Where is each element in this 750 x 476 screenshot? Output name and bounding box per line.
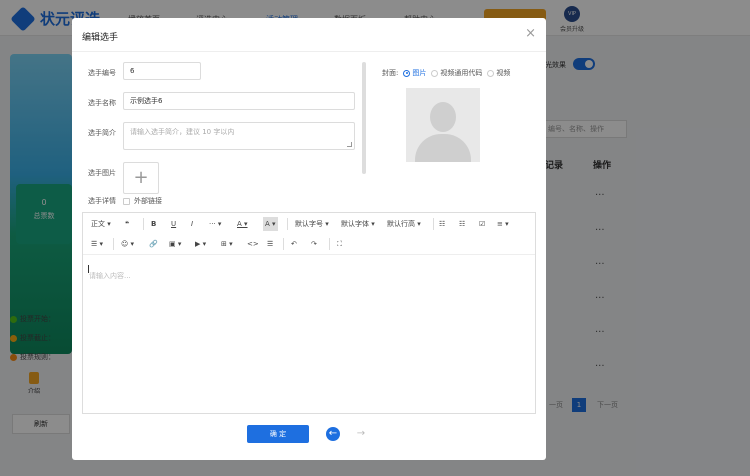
toolbar-divider <box>329 238 330 250</box>
toolbar-divider <box>433 218 434 230</box>
cover-option-video-code[interactable]: 视频通用代码 <box>431 68 482 78</box>
intro-label: 选手简介 <box>88 129 116 137</box>
avatar-body <box>415 134 471 162</box>
rich-text-editor: 正文 ▾ ❝ B U I ··· ▾ A ▾ A ▾ 默认字号 ▾ 默认字体 ▾… <box>82 212 536 414</box>
image-label: 选手图片 <box>88 169 116 177</box>
cover-option-image[interactable]: 图片 <box>403 68 426 78</box>
bold-icon[interactable]: B <box>151 217 156 231</box>
line-height-dropdown[interactable]: 默认行高 ▾ <box>387 217 421 231</box>
video-dropdown-icon[interactable]: ▶ ▾ <box>195 237 206 251</box>
editor-toolbar: 正文 ▾ ❝ B U I ··· ▾ A ▾ A ▾ 默认字号 ▾ 默认字体 ▾… <box>83 213 535 255</box>
external-link-option[interactable]: 外部链接 <box>123 196 162 206</box>
candidate-intro-textarea[interactable]: 请输入选手简介，建议 10 字以内 <box>123 122 355 150</box>
toolbar-divider <box>143 218 144 230</box>
redo-icon[interactable]: ↷ <box>311 237 317 251</box>
table-dropdown-icon[interactable]: ⊞ ▾ <box>221 237 233 251</box>
edit-candidate-dialog: 编辑选手 × 选手编号 6 选手名称 示例选手6 选手简介 请输入选手简介，建议… <box>72 18 546 460</box>
number-label: 选手编号 <box>88 69 116 77</box>
cover-label: 封面: <box>382 69 399 77</box>
code-icon[interactable]: <> <box>247 237 259 251</box>
toolbar-divider <box>283 238 284 250</box>
form-scrollbar[interactable] <box>362 62 366 174</box>
close-icon[interactable]: × <box>525 26 536 41</box>
dialog-title: 编辑选手 <box>82 33 119 43</box>
image-dropdown-icon[interactable]: ▣ ▾ <box>169 237 181 251</box>
fullscreen-icon[interactable]: ⛶ <box>337 237 342 251</box>
toolbar-divider <box>287 218 288 230</box>
undo-icon[interactable]: ↶ <box>291 237 297 251</box>
divider-line-icon[interactable]: ☰ <box>267 237 273 251</box>
resize-handle-icon[interactable] <box>347 142 352 147</box>
underline-icon[interactable]: U <box>171 217 176 231</box>
bullet-list-icon[interactable]: ☷ <box>439 217 445 231</box>
external-link-checkbox[interactable] <box>123 197 130 205</box>
name-label: 选手名称 <box>88 99 116 107</box>
paragraph-format-dropdown[interactable]: 正文 ▾ <box>91 217 111 231</box>
cover-option-video[interactable]: 视频 <box>487 68 510 78</box>
background-color-icon[interactable]: A ▾ <box>263 217 278 231</box>
italic-icon[interactable]: I <box>191 217 193 231</box>
editor-content-area[interactable]: 请输入内容... <box>83 255 535 413</box>
toolbar-divider <box>113 238 114 250</box>
todo-icon[interactable]: ☑ <box>479 217 485 231</box>
cover-image-placeholder[interactable] <box>406 88 480 162</box>
more-style-dropdown[interactable]: ··· ▾ <box>209 217 221 231</box>
numbered-list-icon[interactable]: ☷ <box>459 217 465 231</box>
radio-icon <box>431 69 439 77</box>
next-candidate-icon[interactable]: → <box>354 427 368 441</box>
title-divider <box>72 51 546 52</box>
cover-type-selector: 封面: 图片 视频通用代码 视频 <box>382 68 510 78</box>
font-color-icon[interactable]: A ▾ <box>237 217 248 231</box>
avatar-icon <box>430 102 456 132</box>
emoji-dropdown-icon[interactable]: ☺ ▾ <box>121 237 134 251</box>
confirm-button[interactable]: 确 定 <box>247 425 309 443</box>
blockquote-icon[interactable]: ❝ <box>125 217 129 231</box>
link-icon[interactable]: 🔗 <box>149 237 158 251</box>
radio-icon <box>487 69 495 77</box>
align-dropdown-icon[interactable]: ≡ ▾ <box>497 217 509 231</box>
candidate-number-input[interactable]: 6 <box>123 62 201 80</box>
detail-label: 选手详情 <box>88 197 116 205</box>
font-family-dropdown[interactable]: 默认字体 ▾ <box>341 217 375 231</box>
candidate-name-input[interactable]: 示例选手6 <box>123 92 355 110</box>
radio-selected-icon <box>403 69 411 77</box>
font-size-dropdown[interactable]: 默认字号 ▾ <box>295 217 329 231</box>
previous-candidate-icon[interactable]: ← <box>326 427 340 441</box>
indent-dropdown-icon[interactable]: ☰ ▾ <box>91 237 103 251</box>
intro-placeholder: 请输入选手简介，建议 10 字以内 <box>130 128 235 136</box>
editor-placeholder: 请输入内容... <box>89 272 131 280</box>
image-upload-button[interactable]: + <box>123 162 159 194</box>
plus-icon: + <box>133 167 149 188</box>
